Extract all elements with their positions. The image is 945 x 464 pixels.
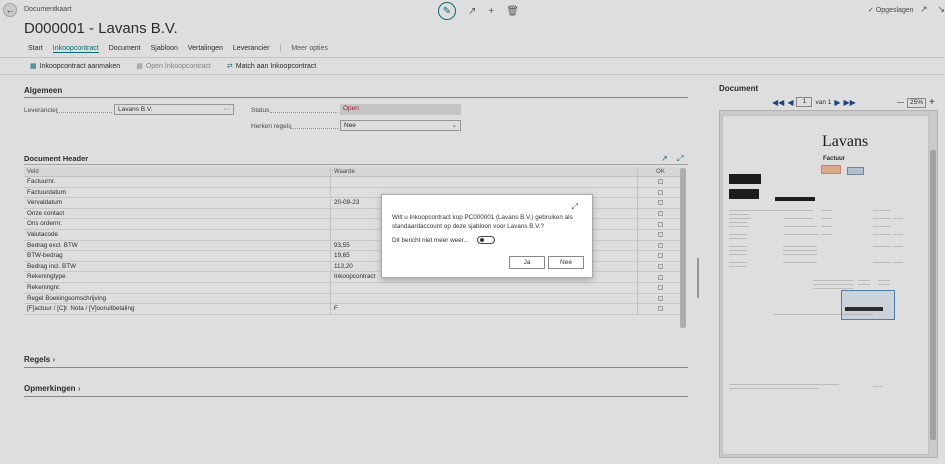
dont-show-row: Dit bericht niet meer weer... [392, 236, 495, 244]
yes-button[interactable]: Ja [509, 256, 545, 269]
expand-dialog-icon[interactable]: ⤢ [572, 202, 578, 212]
dont-show-toggle[interactable] [476, 236, 495, 244]
dialog-message: Wilt u Inkoopcontract kop PC000001 (Lava… [392, 214, 573, 230]
dont-show-label: Dit bericht niet meer weer... [392, 236, 469, 244]
no-button[interactable]: Nee [548, 256, 584, 269]
confirm-dialog: ⤢ Wilt u Inkoopcontract kop PC000001 (La… [381, 194, 593, 278]
